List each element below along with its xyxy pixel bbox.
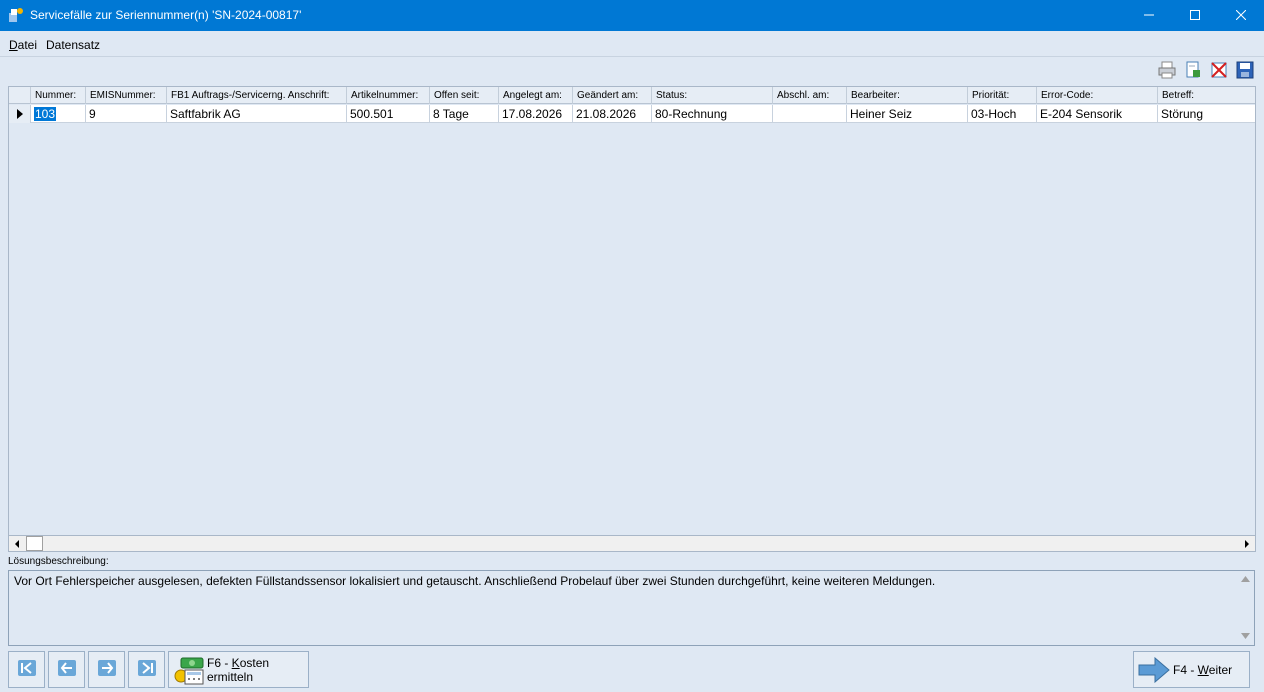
continue-button[interactable]: F4 - Weiter [1133, 651, 1250, 688]
col-header-prioritaet[interactable]: Priorität: [968, 87, 1037, 104]
table-row[interactable]: 103 9 Saftfabrik AG 500.501 8 Tage 17.08… [9, 105, 1255, 123]
menu-datei-label: atei [17, 38, 38, 52]
save-icon [1236, 61, 1254, 82]
scroll-right-button[interactable] [1239, 536, 1255, 551]
toolbar [1150, 60, 1262, 82]
menu-bar: Datei Datensatz [0, 31, 1264, 57]
scroll-left-button[interactable] [9, 536, 25, 551]
calculate-costs-mnemonic: K [231, 656, 240, 670]
cell-error[interactable]: E-204 Sensorik [1037, 105, 1158, 123]
col-header-offen[interactable]: Offen seit: [430, 87, 499, 104]
title-bar: Servicefälle zur Seriennummer(n) 'SN-202… [0, 0, 1264, 31]
save-button[interactable] [1234, 60, 1256, 82]
row-indicator [9, 105, 31, 123]
scroll-right-icon [1243, 537, 1251, 551]
cell-prioritaet[interactable]: 03-Hoch [968, 105, 1037, 123]
menu-datei[interactable]: Datei [9, 38, 37, 52]
calculate-costs-word: osten [239, 656, 270, 670]
cell-status[interactable]: 80-Rechnung [652, 105, 773, 123]
scroll-up-icon [1241, 574, 1250, 584]
export-button[interactable] [1182, 60, 1204, 82]
close-icon [1235, 9, 1247, 23]
last-record-icon [137, 660, 156, 679]
service-cases-grid[interactable]: Nummer: EMISNummer: FB1 Auftrags-/Servic… [8, 86, 1256, 536]
continue-label: F4 - Weiter [1173, 663, 1232, 677]
cell-emis[interactable]: 9 [86, 105, 167, 123]
cell-offen[interactable]: 8 Tage [430, 105, 499, 123]
current-row-arrow-icon [17, 109, 23, 119]
calculate-costs-key: F6 - [207, 656, 232, 670]
description-textarea[interactable]: Vor Ort Fehlerspeicher ausgelesen, defek… [8, 570, 1255, 646]
scroll-down-button[interactable] [1237, 629, 1254, 645]
maximize-button[interactable] [1172, 0, 1218, 31]
calculate-costs-label: F6 - Kosten [207, 656, 269, 670]
first-record-button[interactable] [8, 651, 45, 688]
calculate-costs-label-line2: ermitteln [207, 670, 254, 684]
grid-header: Nummer: EMISNummer: FB1 Auftrags-/Servic… [9, 87, 1255, 104]
cell-nummer[interactable]: 103 [31, 105, 86, 123]
minimize-button[interactable] [1126, 0, 1172, 31]
scroll-down-icon [1241, 632, 1250, 642]
minimize-icon [1144, 9, 1154, 23]
col-header-bearbeiter[interactable]: Bearbeiter: [847, 87, 968, 104]
maximize-icon [1190, 9, 1200, 23]
next-record-button[interactable] [88, 651, 125, 688]
cell-fb1[interactable]: Saftfabrik AG [167, 105, 347, 123]
printer-icon [1158, 61, 1176, 82]
col-header-angelegt[interactable]: Angelegt am: [499, 87, 573, 104]
horizontal-scrollbar[interactable] [8, 535, 1256, 552]
previous-record-button[interactable] [48, 651, 85, 688]
continue-mnemonic: W [1197, 663, 1209, 677]
description-label: Lösungsbeschreibung: [8, 556, 109, 567]
selected-value: 103 [34, 107, 57, 121]
col-header-nummer[interactable]: Nummer: [31, 87, 86, 104]
arrow-right-icon [1138, 656, 1170, 686]
money-calculator-icon [173, 656, 205, 689]
col-header-status[interactable]: Status: [652, 87, 773, 104]
col-header-fb1[interactable]: FB1 Auftrags-/Servicerng. Anschrift: [167, 87, 347, 104]
description-vertical-scrollbar[interactable] [1237, 571, 1254, 645]
arrow-left-icon [57, 660, 76, 679]
window-title: Servicefälle zur Seriennummer(n) 'SN-202… [30, 8, 302, 22]
scrollbar-thumb[interactable] [26, 536, 43, 551]
cell-betreff[interactable]: Störung [1158, 105, 1255, 123]
description-text: Vor Ort Fehlerspeicher ausgelesen, defek… [14, 574, 936, 588]
print-button[interactable] [1156, 60, 1178, 82]
col-header-abschl[interactable]: Abschl. am: [773, 87, 847, 104]
menu-datensatz[interactable]: Datensatz [46, 38, 100, 52]
close-button[interactable] [1218, 0, 1264, 31]
calculate-costs-button[interactable]: F6 - Kosten ermitteln [168, 651, 309, 688]
app-icon [8, 7, 24, 23]
header-indicator [9, 87, 31, 104]
delete-button[interactable] [1208, 60, 1230, 82]
cell-bearbeiter[interactable]: Heiner Seiz [847, 105, 968, 123]
col-header-artikel[interactable]: Artikelnummer: [347, 87, 430, 104]
col-header-emis[interactable]: EMISNummer: [86, 87, 167, 104]
cell-artikel[interactable]: 500.501 [347, 105, 430, 123]
cell-angelegt[interactable]: 17.08.2026 [499, 105, 573, 123]
last-record-button[interactable] [128, 651, 165, 688]
scroll-up-button[interactable] [1237, 571, 1254, 587]
cell-abschl[interactable] [773, 105, 847, 123]
export-sheet-icon [1184, 61, 1202, 82]
col-header-geaendert[interactable]: Geändert am: [573, 87, 652, 104]
col-header-error[interactable]: Error-Code: [1037, 87, 1158, 104]
menu-datei-mnemonic: D [9, 38, 18, 52]
first-record-icon [17, 660, 36, 679]
cell-geaendert[interactable]: 21.08.2026 [573, 105, 652, 123]
delete-icon [1210, 61, 1228, 82]
continue-key: F4 - [1173, 663, 1198, 677]
continue-word: eiter [1208, 663, 1233, 677]
col-header-betreff[interactable]: Betreff: [1158, 87, 1255, 104]
scroll-left-icon [13, 537, 21, 551]
arrow-right-icon [97, 660, 116, 679]
